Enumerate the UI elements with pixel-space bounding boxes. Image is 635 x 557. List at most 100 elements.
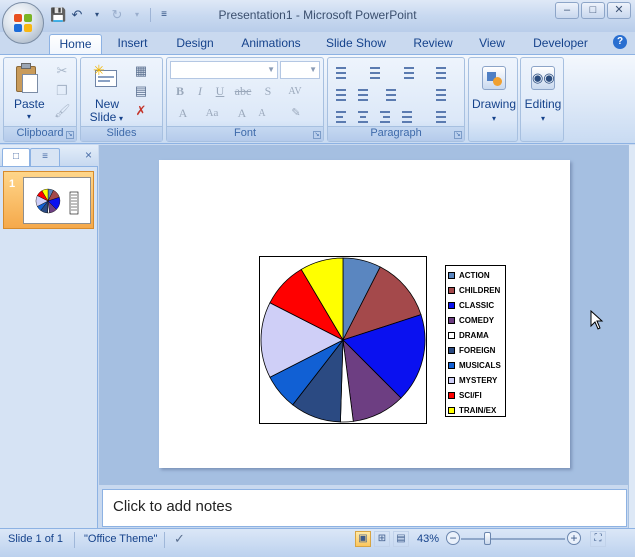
slide-thumbnail-selected[interactable]: 1	[3, 171, 94, 229]
legend-item: TRAIN/EX	[448, 403, 505, 418]
tab-review[interactable]: Review	[408, 34, 458, 54]
help-icon[interactable]: ?	[613, 35, 627, 49]
align-text-icon[interactable]	[432, 85, 450, 102]
shrink-font-icon[interactable]: A	[253, 105, 271, 122]
legend-item: MUSICALS	[448, 358, 505, 373]
drawing-dropdown-icon[interactable]: ▾	[489, 112, 499, 125]
editing-group[interactable]: ◉◉ Editing ▾	[520, 57, 564, 142]
bold-icon[interactable]: B	[171, 83, 189, 100]
new-slide-dropdown-icon[interactable]: ▾	[117, 112, 125, 125]
normal-view-icon[interactable]: ▣	[355, 531, 371, 547]
convert-smartart-icon[interactable]	[432, 107, 450, 124]
maximize-button[interactable]: □	[581, 2, 605, 19]
line-spacing-icon[interactable]	[400, 63, 418, 80]
delete-slide-icon[interactable]: ✗	[133, 103, 149, 119]
clear-formatting-icon[interactable]: ✎	[287, 105, 305, 122]
legend-swatch	[448, 287, 455, 294]
paragraph-launcher-icon[interactable]: ↘	[454, 131, 462, 139]
paste-icon[interactable]	[14, 62, 40, 94]
slides-tab-icon[interactable]: □	[2, 148, 30, 166]
cut-icon[interactable]: ✂	[54, 63, 70, 79]
legend-swatch	[448, 407, 455, 414]
spell-check-icon[interactable]: ✓	[174, 531, 185, 547]
slide-thumbnail[interactable]	[23, 177, 91, 224]
layout-icon[interactable]: ▦	[133, 63, 149, 79]
justify-icon[interactable]	[398, 107, 416, 124]
grow-font-icon[interactable]: A	[233, 105, 251, 122]
reset-icon[interactable]: ▤	[133, 83, 149, 99]
tab-insert[interactable]: Insert	[110, 34, 155, 54]
vertical-scrollbar[interactable]	[628, 145, 635, 528]
paste-dropdown-icon[interactable]: ▾	[24, 110, 34, 123]
outline-tab-icon[interactable]: ≡	[30, 148, 60, 166]
columns-icon[interactable]	[382, 85, 400, 102]
font-size-combo[interactable]: ▼	[280, 61, 320, 79]
new-slide-icon[interactable]: ✳	[93, 63, 119, 90]
chart-legend[interactable]: ACTION CHILDREN CLASSIC COMEDY DRAMA FOREIGN M…	[445, 265, 506, 417]
font-name-combo[interactable]: ▼	[170, 61, 278, 79]
tab-home[interactable]: Home	[49, 34, 102, 54]
editing-button[interactable]: Editing	[521, 98, 565, 111]
align-right-icon[interactable]	[376, 107, 394, 124]
pie-chart-frame[interactable]	[259, 256, 427, 424]
zoom-out-icon[interactable]: −	[446, 531, 460, 545]
drawing-button[interactable]: Drawing	[469, 98, 519, 111]
slide-canvas[interactable]: ACTION CHILDREN CLASSIC COMEDY DRAMA FOREIGN M…	[159, 160, 570, 468]
tab-developer[interactable]: Developer	[528, 34, 593, 54]
zoom-slider-thumb[interactable]	[484, 532, 491, 545]
ribbon-tabs: Home Insert Design Animations Slide Show…	[0, 32, 635, 54]
bullets-icon[interactable]	[332, 63, 350, 80]
slide-sorter-icon[interactable]: ⊞	[374, 531, 390, 547]
slide-number: 1	[9, 178, 16, 190]
ribbon: Paste ▾ ✂ ❐ 🖌 Clipboard ↘ ✳ New Slide ▾ …	[0, 54, 635, 144]
clipboard-launcher-icon[interactable]: ↘	[66, 131, 74, 139]
new-slide-label-line2[interactable]: Slide	[87, 111, 119, 124]
character-spacing-icon[interactable]: AV	[283, 83, 307, 100]
title-bar: 💾 ↶ ▾ ↻ ▾ ≡ Presentation1 - Microsoft Po…	[0, 0, 635, 32]
zoom-in-icon[interactable]: +	[567, 531, 581, 545]
legend-label: SCI/FI	[459, 391, 482, 400]
notes-placeholder: Click to add notes	[113, 498, 233, 515]
tab-view[interactable]: View	[473, 34, 511, 54]
numbering-icon[interactable]	[366, 63, 384, 80]
italic-icon[interactable]: I	[191, 83, 209, 100]
underline-icon[interactable]: U	[211, 83, 229, 100]
font-color-icon[interactable]: A	[171, 105, 195, 122]
tab-slide-show[interactable]: Slide Show	[323, 34, 389, 54]
align-center-icon[interactable]	[354, 107, 372, 124]
editing-dropdown-icon[interactable]: ▾	[538, 112, 548, 125]
tab-design[interactable]: Design	[170, 34, 220, 54]
strikethrough-icon[interactable]: abc	[231, 83, 255, 100]
legend-swatch	[448, 332, 455, 339]
font-launcher-icon[interactable]: ↘	[313, 131, 321, 139]
copy-icon[interactable]: ❐	[54, 83, 70, 99]
format-painter-icon[interactable]: 🖌	[54, 103, 71, 119]
text-direction-icon[interactable]	[432, 63, 450, 80]
drawing-group[interactable]: Drawing ▾	[468, 57, 518, 142]
legend-label: TRAIN/EX	[459, 406, 497, 415]
notes-pane[interactable]: Click to add notes	[102, 489, 627, 527]
office-button[interactable]	[2, 2, 44, 44]
font-group: ▼ ▼ B I U abc S AV A Aa A A ✎ Font ↘	[166, 57, 324, 142]
increase-indent-icon[interactable]	[354, 85, 372, 102]
slide-count: Slide 1 of 1	[8, 533, 64, 545]
close-button[interactable]: ✕	[607, 2, 631, 19]
fit-to-window-icon[interactable]: ⛶	[590, 531, 606, 547]
legend-label: CLASSIC	[459, 301, 495, 310]
legend-swatch	[448, 317, 455, 324]
shadow-icon[interactable]: S	[259, 83, 277, 100]
close-pane-icon[interactable]: ×	[85, 148, 92, 162]
slide-editing-area: ACTION CHILDREN CLASSIC COMEDY DRAMA FOREIGN M…	[99, 145, 628, 485]
slide-show-icon[interactable]: ▤	[393, 531, 409, 547]
decrease-indent-icon[interactable]	[332, 85, 350, 102]
zoom-slider[interactable]	[461, 538, 565, 540]
align-left-icon[interactable]	[332, 107, 350, 124]
theme-name[interactable]: "Office Theme"	[84, 533, 157, 545]
minimize-button[interactable]: –	[555, 2, 579, 19]
zoom-level[interactable]: 43%	[417, 533, 439, 545]
legend-swatch	[448, 272, 455, 279]
paragraph-group-label: Paragraph	[328, 126, 464, 141]
tab-animations[interactable]: Animations	[237, 34, 305, 54]
legend-swatch	[448, 362, 455, 369]
change-case-icon[interactable]: Aa	[199, 105, 225, 122]
